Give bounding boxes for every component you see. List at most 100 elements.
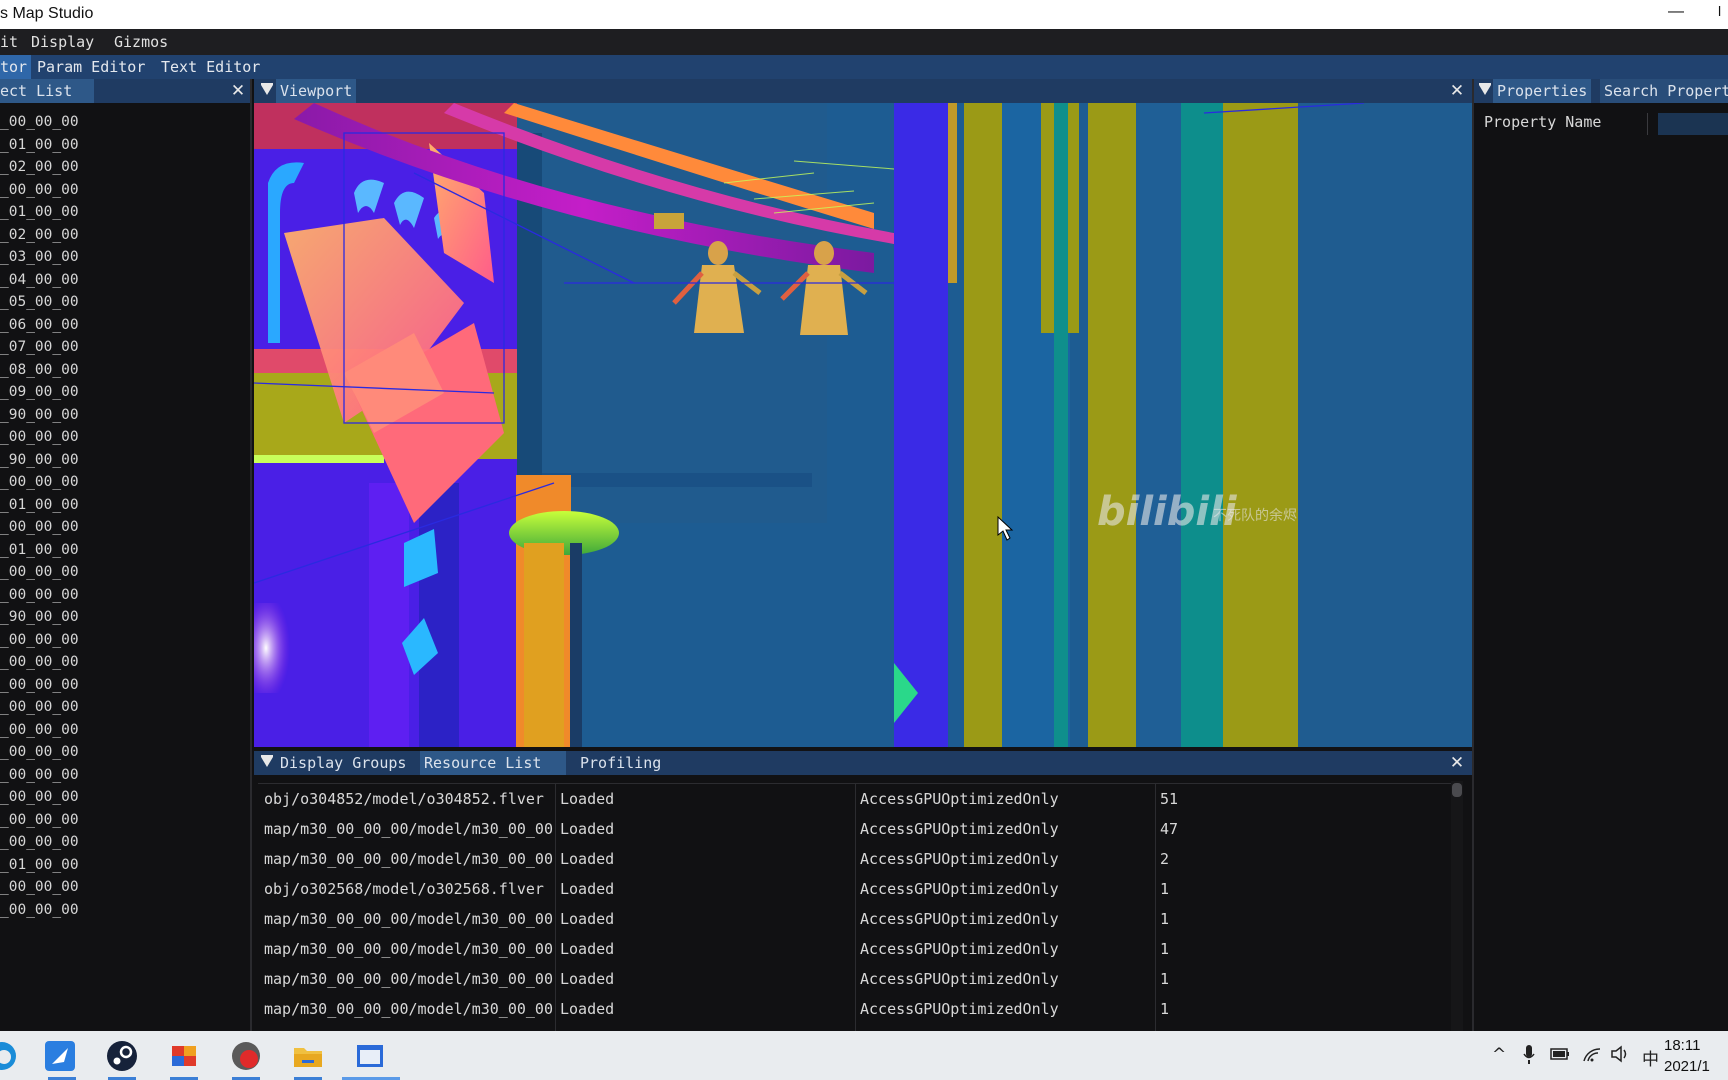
object-list-item[interactable]: _02_00_00 <box>0 156 252 179</box>
table-row[interactable]: obj/o304852/model/o304852.flver Loaded Acc… <box>258 784 1452 814</box>
tab-param-editor[interactable]: Param Editor <box>33 55 149 79</box>
tab-text-editor[interactable]: Text Editor <box>157 55 264 79</box>
minimize-button[interactable]: — <box>1664 3 1688 25</box>
object-list-item[interactable]: _00_00_00 <box>0 584 252 607</box>
table-row[interactable]: map/m30_00_00_00/model/m30_00_00 Loaded Ac… <box>258 934 1452 964</box>
object-list-item[interactable]: _01_00_00 <box>0 539 252 562</box>
object-list-item[interactable]: _01_00_00 <box>0 134 252 157</box>
object-list-item[interactable]: _90_00_00 <box>0 449 252 472</box>
taskbar: ^ 中 18:11 2021/1 <box>0 1031 1728 1080</box>
object-list-item[interactable]: _00_00_00 <box>0 426 252 449</box>
recorder-icon[interactable] <box>230 1040 262 1072</box>
object-list-header: ect List ✕ <box>0 79 250 103</box>
object-list-item[interactable]: _00_00_00 <box>0 651 252 674</box>
collapse-triangle-icon[interactable] <box>1479 83 1491 95</box>
table-row[interactable]: map/m30_00_00_00/model/m30_00_00 Loaded Ac… <box>258 814 1452 844</box>
object-list-panel: ect List ✕ _00_00_00 _01_00_00 _02_00_00 _0… <box>0 79 252 1031</box>
close-icon[interactable]: ✕ <box>1447 752 1467 774</box>
object-list-item[interactable]: _00_00_00 <box>0 516 252 539</box>
object-list-item[interactable]: _00_00_00 <box>0 899 252 922</box>
tab-search-properties[interactable]: Search Propert <box>1600 79 1728 103</box>
object-list-item[interactable]: _01_00_00 <box>0 494 252 517</box>
scrollbar[interactable] <box>1451 781 1463 1031</box>
close-icon[interactable]: ✕ <box>228 80 248 102</box>
object-list-item[interactable]: _00_00_00 <box>0 786 252 809</box>
object-list-item[interactable]: _08_00_00 <box>0 359 252 382</box>
object-list-item[interactable]: _00_00_00 <box>0 674 252 697</box>
tray-chevron-icon[interactable]: ^ <box>1492 1045 1506 1065</box>
object-list-item[interactable]: _04_00_00 <box>0 269 252 292</box>
battery-icon[interactable] <box>1550 1047 1570 1061</box>
microphone-icon[interactable] <box>1523 1045 1535 1065</box>
menu-display[interactable]: Display <box>31 33 94 51</box>
tab-object-list[interactable]: ect List <box>0 79 94 103</box>
object-list-item[interactable]: _00_00_00 <box>0 561 252 584</box>
viewport-panel: Viewport ✕ bilibili 不死队的余烬 <box>254 79 1472 751</box>
object-list-item[interactable]: _09_00_00 <box>0 381 252 404</box>
object-list-item[interactable]: _00_00_00 <box>0 876 252 899</box>
resource-status-cell: Loaded <box>560 850 615 868</box>
resource-path-cell: map/m30_00_00_00/model/m30_00_00 <box>264 940 553 958</box>
steam-icon[interactable] <box>106 1040 138 1072</box>
object-list-item[interactable]: _00_00_00 <box>0 471 252 494</box>
object-list-item[interactable]: _90_00_00 <box>0 606 252 629</box>
wifi-icon[interactable] <box>1582 1045 1602 1063</box>
tab-viewport[interactable]: Viewport <box>276 79 357 103</box>
table-row[interactable]: map/m30_00_00_00/model/m30_00_00 Loaded Ac… <box>258 904 1452 934</box>
object-list-item[interactable]: _01_00_00 <box>0 854 252 877</box>
map-studio-icon[interactable] <box>354 1040 386 1072</box>
collapse-triangle-icon[interactable] <box>261 755 273 767</box>
object-list-item[interactable]: _00_00_00 <box>0 179 252 202</box>
collapse-triangle-icon[interactable] <box>261 83 273 95</box>
menu-edit[interactable]: it <box>0 33 18 51</box>
office-icon[interactable] <box>168 1040 200 1072</box>
column-divider[interactable] <box>1647 113 1648 135</box>
property-value-input[interactable] <box>1658 113 1728 135</box>
object-list-item[interactable]: _02_00_00 <box>0 224 252 247</box>
object-list-item[interactable]: _07_00_00 <box>0 336 252 359</box>
3d-scene[interactable]: bilibili 不死队的余烬 <box>254 103 1472 747</box>
table-row[interactable]: map/m30_00_00_00/model/m30_00_00 Loaded Ac… <box>258 994 1452 1024</box>
resource-status-cell: Loaded <box>560 790 615 808</box>
object-list-item[interactable]: _00_00_00 <box>0 831 252 854</box>
resource-access-cell: AccessGPUOptimizedOnly <box>860 910 1059 928</box>
object-list-item[interactable]: _01_00_00 <box>0 201 252 224</box>
file-explorer-icon[interactable] <box>292 1040 324 1072</box>
table-row[interactable]: map/m30_00_00_00/model/m30_00_00 Loaded Ac… <box>258 964 1452 994</box>
object-list-item[interactable]: _90_00_00 <box>0 404 252 427</box>
object-list-item[interactable]: _00_00_00 <box>0 629 252 652</box>
object-list-item[interactable]: _00_00_00 <box>0 696 252 719</box>
speaker-icon[interactable] <box>1610 1045 1630 1063</box>
object-list-item[interactable]: _00_00_00 <box>0 809 252 832</box>
system-clock[interactable]: 18:11 2021/1 <box>1664 1035 1728 1077</box>
tab-resource-list[interactable]: Resource List <box>420 751 566 775</box>
resource-table: obj/o304852/model/o304852.flver Loaded Acc… <box>258 783 1452 1031</box>
object-list-item[interactable]: _00_00_00 <box>0 764 252 787</box>
resource-path-cell: map/m30_00_00_00/model/m30_00_00 <box>264 850 553 868</box>
object-list-item[interactable]: _00_00_00 <box>0 741 252 764</box>
object-list-item[interactable]: _00_00_00 <box>0 111 252 134</box>
tab-display-groups[interactable]: Display Groups <box>276 751 410 775</box>
object-list-item[interactable]: _05_00_00 <box>0 291 252 314</box>
tab-properties[interactable]: Properties <box>1493 79 1592 103</box>
resource-access-cell: AccessGPUOptimizedOnly <box>860 970 1059 988</box>
tab-profiling[interactable]: Profiling <box>576 751 665 775</box>
resource-access-cell: AccessGPUOptimizedOnly <box>860 820 1059 838</box>
object-list: _00_00_00 _01_00_00 _02_00_00 _00_00_00 _01_… <box>0 111 252 921</box>
resource-access-cell: AccessGPUOptimizedOnly <box>860 940 1059 958</box>
resource-status-cell: Loaded <box>560 940 615 958</box>
menu-bar: it Display Gizmos <box>0 29 1728 55</box>
edge-icon[interactable] <box>0 1040 18 1072</box>
table-row[interactable]: map/m30_00_00_00/model/m30_00_00 Loaded Ac… <box>258 844 1452 874</box>
menu-gizmos[interactable]: Gizmos <box>114 33 168 51</box>
scrollbar-thumb[interactable] <box>1452 783 1462 797</box>
tab-map-editor[interactable]: tor <box>0 55 32 79</box>
table-row[interactable]: obj/o302568/model/o302568.flver Loaded Acc… <box>258 874 1452 904</box>
maximize-button[interactable]: l <box>1718 3 1728 25</box>
object-list-item[interactable]: _03_00_00 <box>0 246 252 269</box>
input-method-indicator[interactable]: 中 <box>1642 1045 1659 1070</box>
object-list-item[interactable]: _06_00_00 <box>0 314 252 337</box>
close-icon[interactable]: ✕ <box>1447 80 1467 102</box>
feather-app-icon[interactable] <box>44 1040 76 1072</box>
object-list-item[interactable]: _00_00_00 <box>0 719 252 742</box>
